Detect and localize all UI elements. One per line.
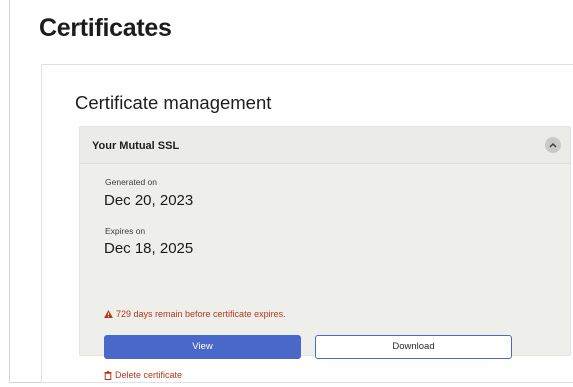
warning-text: 729 days remain before certificate expir… bbox=[116, 309, 286, 319]
page-title: Certificates bbox=[39, 14, 172, 42]
collapse-button[interactable] bbox=[545, 137, 561, 153]
certificate-management-panel: Certificate management Your Mutual SSL G… bbox=[41, 64, 573, 383]
expires-label: Expires on bbox=[105, 226, 146, 236]
certificate-card-header[interactable]: Your Mutual SSL bbox=[80, 127, 570, 164]
chevron-up-icon bbox=[549, 143, 557, 148]
view-button[interactable]: View bbox=[104, 335, 301, 359]
generated-label: Generated on bbox=[105, 177, 157, 187]
generated-value: Dec 20, 2023 bbox=[104, 192, 194, 209]
certificate-name: Your Mutual SSL bbox=[92, 140, 180, 152]
delete-certificate-label: Delete certificate bbox=[115, 370, 183, 380]
main-frame: Certificates Certificate management Your… bbox=[9, 0, 573, 383]
expires-value: Dec 18, 2025 bbox=[104, 240, 194, 257]
certificate-card: Your Mutual SSL Generated on Dec 20, 202… bbox=[79, 126, 571, 380]
delete-certificate-link[interactable]: Delete certificate bbox=[104, 370, 182, 380]
expiry-warning: 729 days remain before certificate expir… bbox=[104, 309, 286, 319]
trash-icon bbox=[104, 370, 112, 380]
download-button[interactable]: Download bbox=[315, 335, 512, 359]
section-title: Certificate management bbox=[75, 92, 272, 113]
warning-icon bbox=[104, 310, 113, 318]
